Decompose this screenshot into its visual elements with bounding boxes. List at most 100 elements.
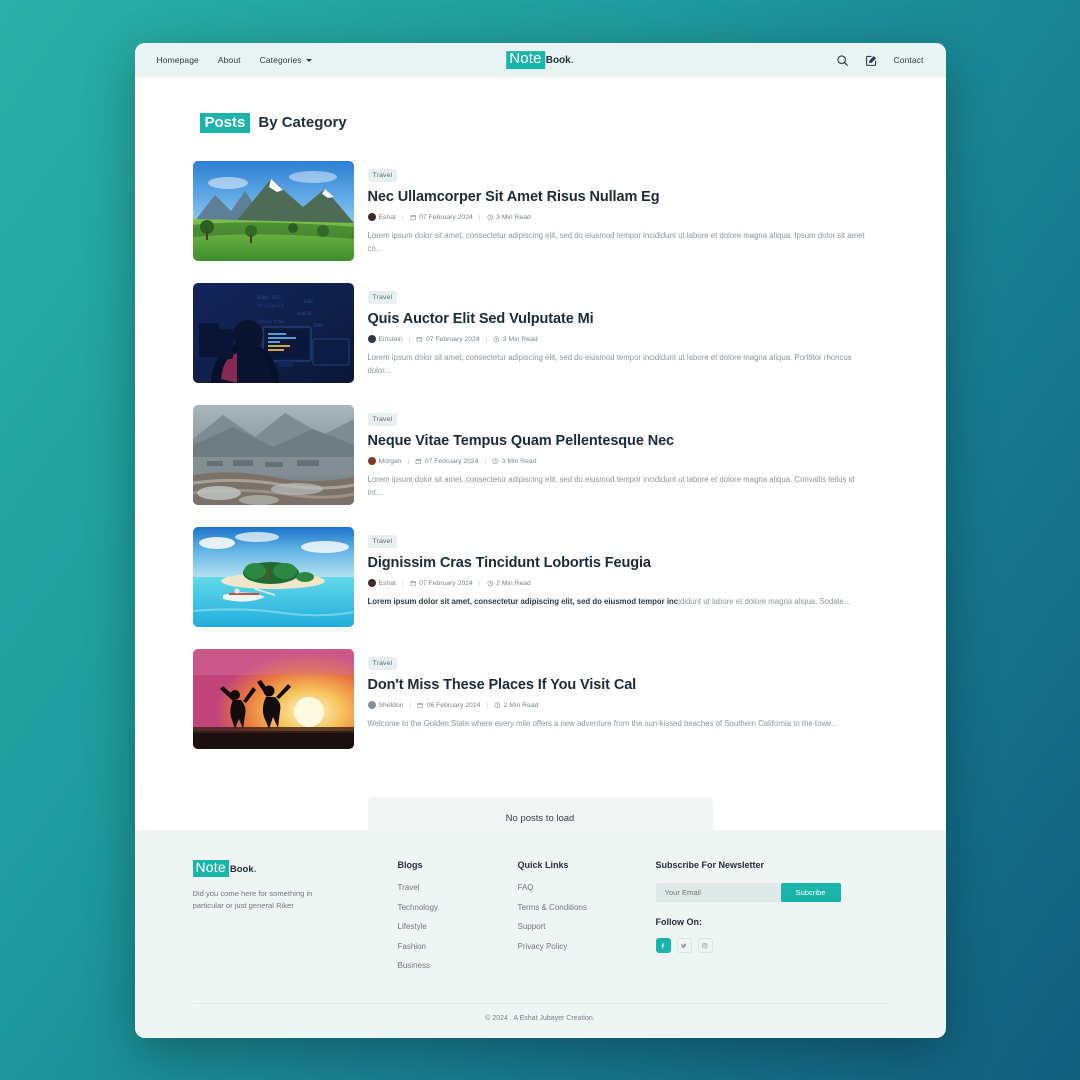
newsletter-form: Subcribe [655, 883, 841, 902]
svg-text:0x4F2A: 0x4F2A [297, 311, 312, 316]
site-footer: Note Book . Did you come here for someth… [134, 830, 946, 1038]
clock-icon [487, 580, 494, 587]
svg-text:01001 1011: 01001 1011 [257, 295, 282, 300]
post-excerpt: Welcome to the Golden State where every … [368, 718, 868, 731]
copyright-text: © 2024 . A Eshat Jubayer Creation. [485, 1014, 595, 1022]
post-excerpt-rest: Welcome to the Golden State where every … [367, 719, 838, 729]
post-excerpt: Lorem ipsum dolor sit amet, consectetur … [368, 352, 868, 377]
post-excerpt-rest: ididunt ut labore et dolore magna aliqua… [678, 597, 851, 607]
search-icon[interactable] [836, 54, 849, 67]
post-thumbnail[interactable]: 01001 1011 if(x){y=1;} 0x4F2A return true … [192, 282, 354, 383]
write-icon[interactable] [865, 54, 878, 67]
date-text: 07 February 2024 [425, 335, 480, 343]
post-title[interactable]: Nec Ullamcorper Sit Amet Risus Nullam Eg [368, 189, 888, 206]
category-badge[interactable]: Travel [367, 413, 398, 426]
follow-heading: Follow On: [655, 917, 703, 927]
date-text: 07 February 2024 [419, 579, 473, 587]
email-field[interactable] [655, 883, 781, 902]
post-title[interactable]: Don't Miss These Places If You Visit Cal [368, 677, 888, 694]
post-title[interactable]: Dignissim Cras Tincidunt Lobortis Feugia [368, 555, 888, 572]
avatar [367, 335, 376, 344]
post-card[interactable]: Travel Neque Vitae Tempus Quam Pellentes… [192, 404, 888, 505]
post-date: 07 February 2024 [410, 580, 473, 587]
site-logo[interactable]: Note Book . [506, 50, 574, 69]
footer-blog-link[interactable]: Fashion [398, 942, 518, 951]
meta-separator: | [409, 701, 412, 709]
avatar [367, 213, 376, 222]
footer-blog-link[interactable]: Travel [398, 883, 518, 892]
post-date: 07 February 2024 [416, 335, 480, 343]
category-badge[interactable]: Travel [367, 169, 398, 182]
logo-dot: . [570, 54, 574, 67]
nav-item-categories[interactable]: Categories [260, 55, 312, 65]
meta-separator: | [408, 335, 411, 343]
no-posts-label: No posts to load [505, 813, 575, 825]
post-author: Sheldon [367, 701, 403, 710]
footer-quicklinks-column: Quick Links FAQ Terms & Conditions Support… [518, 860, 656, 961]
post-title[interactable]: Neque Vitae Tempus Quam Pellentesque Nec [368, 433, 888, 450]
post-card[interactable]: Travel Dignissim Cras Tincidunt Lobortis… [192, 526, 888, 627]
date-text: 07 February 2024 [419, 213, 473, 221]
footer-blog-link[interactable]: Technology [398, 903, 518, 912]
instagram-icon[interactable] [697, 938, 713, 953]
footer-newsletter-column: Subscribe For Newsletter Subcribe Follow… [655, 860, 876, 953]
footer-blogs-links: Travel Technology Lifestyle Fashion Business [398, 883, 518, 970]
post-body: Travel Dignissim Cras Tincidunt Lobortis… [367, 527, 888, 609]
svg-text:if(x){y=1;}: if(x){y=1;} [257, 303, 284, 308]
date-text: 06 February 2024 [426, 701, 481, 709]
date-text: 07 February 2024 [424, 457, 479, 465]
author-name: Eshat [378, 579, 396, 587]
post-thumbnail[interactable] [192, 526, 354, 627]
post-author: Einstein [367, 335, 403, 344]
post-thumbnail[interactable] [192, 404, 354, 505]
post-thumbnail[interactable] [192, 648, 354, 749]
twitter-icon[interactable] [676, 938, 692, 953]
post-excerpt: Lorem ipsum dolor sit amet, consectetur … [368, 474, 868, 499]
category-badge[interactable]: Travel [367, 535, 398, 548]
post-thumbnail[interactable] [192, 160, 354, 261]
footer-blog-link[interactable]: Lifestyle [398, 922, 518, 931]
post-card[interactable]: 01001 1011 if(x){y=1;} 0x4F2A return true … [192, 282, 888, 383]
logo-text: Book [545, 55, 571, 67]
post-excerpt-bold: Lorem ipsum dolor sit amet, consectetur … [367, 597, 679, 607]
nav-item-homepage[interactable]: Homepage [157, 55, 199, 65]
post-author: Eshat [367, 213, 396, 222]
post-date: 07 February 2024 [415, 458, 478, 465]
post-card[interactable]: Travel Don't Miss These Places If You Vi… [192, 648, 888, 749]
nav-item-contact[interactable]: Contact [894, 55, 924, 65]
footer-quick-link[interactable]: Terms & Conditions [518, 903, 656, 912]
post-excerpt-rest: Lorem ipsum dolor sit amet, consectetur … [367, 353, 852, 376]
page-content: Posts By Category Travel Nec Ullamcorper… [134, 77, 946, 830]
no-posts-banner: No posts to load [367, 796, 713, 830]
post-readtime: 3 Min Read [492, 457, 537, 465]
meta-separator: | [407, 457, 410, 465]
calendar-icon [415, 458, 422, 465]
newsletter-heading: Subscribe For Newsletter [655, 860, 765, 870]
category-badge[interactable]: Travel [367, 657, 398, 670]
svg-text:2048: 2048 [313, 323, 323, 328]
post-card[interactable]: Travel Nec Ullamcorper Sit Amet Risus Nu… [192, 160, 888, 261]
footer-quick-link[interactable]: Privacy Policy [518, 942, 656, 951]
footer-blog-link[interactable]: Business [398, 961, 518, 970]
author-name: Eshat [378, 213, 396, 221]
avatar [367, 457, 376, 466]
footer-quick-link[interactable]: FAQ [518, 883, 656, 892]
subscribe-button[interactable]: Subcribe [780, 883, 841, 902]
footer-quick-link[interactable]: Support [518, 922, 656, 931]
post-list: Travel Nec Ullamcorper Sit Amet Risus Nu… [192, 160, 888, 749]
footer-logo[interactable]: Note Book . [192, 859, 398, 877]
category-badge[interactable]: Travel [367, 291, 398, 304]
facebook-icon[interactable] [655, 938, 671, 953]
post-title[interactable]: Quis Auctor Elit Sed Vulputate Mi [368, 311, 888, 328]
readtime-text: 3 Min Read [501, 457, 537, 465]
calendar-icon [416, 336, 423, 343]
calendar-icon [417, 702, 424, 709]
post-readtime: 3 Min Read [493, 336, 538, 343]
avatar [367, 579, 376, 588]
post-author: Morgan [367, 457, 402, 466]
page-title-rest: By Category [258, 113, 347, 131]
nav-item-about[interactable]: About [218, 55, 241, 65]
footer-columns: Note Book . Did you come here for someth… [192, 859, 888, 981]
logo-mark: Note [506, 50, 545, 69]
primary-nav: Homepage About Categories [157, 55, 312, 65]
